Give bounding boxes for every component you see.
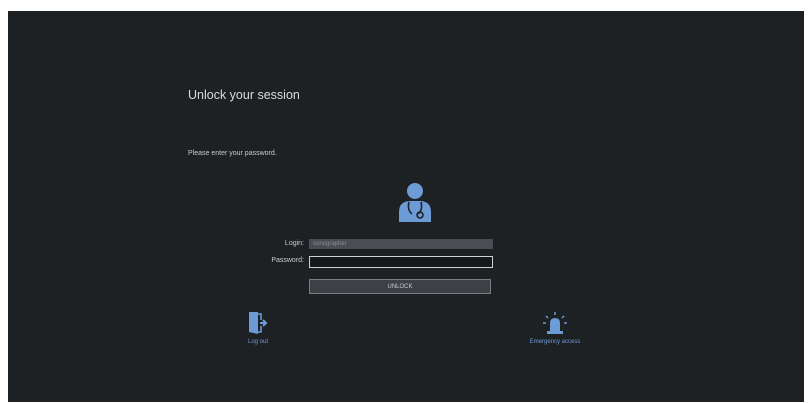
logout-button[interactable]: Log out [240, 311, 276, 345]
login-label: Login: [284, 240, 304, 247]
emergency-siren-icon [543, 312, 567, 334]
doctor-user-icon [399, 183, 431, 222]
password-input[interactable] [309, 256, 493, 268]
logout-door-icon [249, 312, 268, 334]
emergency-access-button[interactable]: Emergency access [520, 311, 590, 345]
unlock-button[interactable]: UNLOCK [309, 279, 491, 294]
password-label: Password: [271, 257, 304, 264]
login-field [309, 239, 493, 249]
instruction-text: Please enter your password. [188, 150, 277, 157]
logout-label: Log out [247, 339, 269, 345]
page-title: Unlock your session [188, 88, 300, 102]
lock-screen: Unlock your session Please enter your pa… [8, 11, 804, 402]
emergency-access-label: Emergency access [529, 339, 581, 345]
